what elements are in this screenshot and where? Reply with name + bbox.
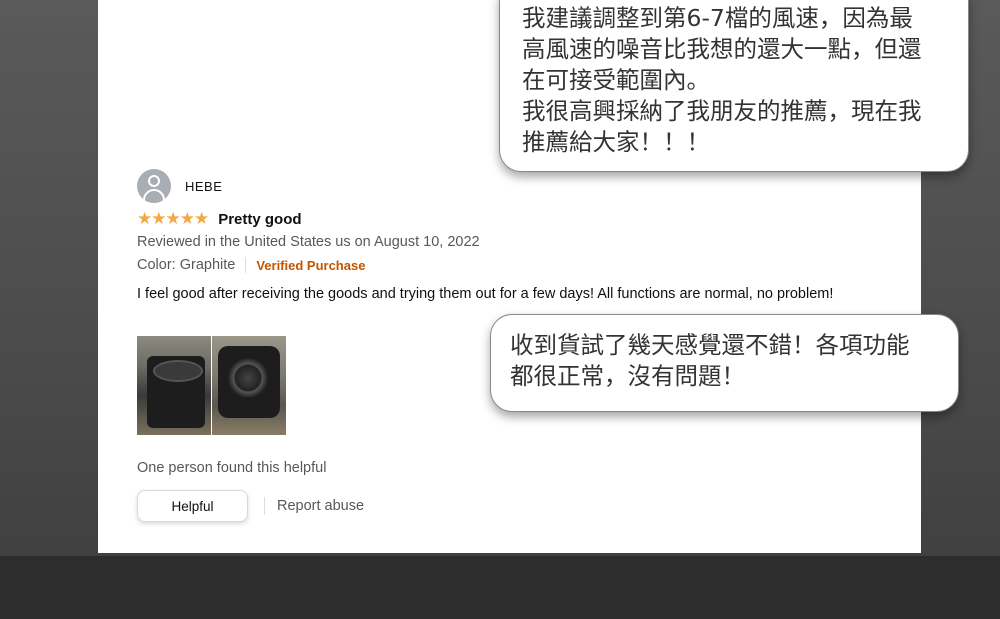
variant-row: Color: Graphite Verified Purchase — [137, 257, 365, 273]
review-date: Reviewed in the United States us on Augu… — [137, 234, 480, 250]
review-photo-1[interactable] — [137, 336, 211, 435]
helpful-count: One person found this helpful — [137, 460, 327, 476]
bubble-line: 我建議調整到第6-7檔的風速，因為最 — [522, 4, 913, 32]
star-rating-icon[interactable]: ★★★★★ — [137, 209, 209, 229]
bubble-line: 在可接受範圍內。 — [522, 66, 710, 94]
rating-row: ★★★★★ Pretty good — [137, 209, 302, 229]
translation-bubble-top: 我建議調整到第6-7檔的風速，因為最 高風速的噪音比我想的還大一點，但還 在可接… — [499, 0, 969, 172]
user-avatar-icon — [137, 169, 171, 203]
review-title[interactable]: Pretty good — [218, 211, 301, 228]
divider — [264, 497, 265, 515]
translation-bubble-bottom: 收到貨試了幾天感覺還不錯！各項功能 都很正常，沒有問題！ — [490, 314, 959, 412]
reviewer-name[interactable]: HEBE — [185, 179, 222, 194]
review-body: I feel good after receiving the goods an… — [137, 286, 834, 302]
color-variant[interactable]: Color: Graphite — [137, 257, 235, 273]
bubble-line: 我很高興採納了我朋友的推薦，現在我 — [522, 97, 922, 125]
review-photo-2[interactable] — [212, 336, 286, 435]
reviewer-profile[interactable]: HEBE — [137, 169, 222, 203]
review-actions: Helpful Report abuse — [137, 490, 364, 522]
report-abuse-link[interactable]: Report abuse — [277, 498, 364, 514]
bubble-line: 高風速的噪音比我想的還大一點，但還 — [522, 35, 922, 63]
helpful-button[interactable]: Helpful — [137, 490, 248, 522]
bottom-band — [0, 556, 1000, 619]
bubble-line: 都很正常，沒有問題！ — [510, 362, 745, 390]
verified-purchase-badge: Verified Purchase — [256, 257, 366, 273]
bubble-line: 收到貨試了幾天感覺還不錯！各項功能 — [510, 331, 910, 359]
review-photos — [137, 336, 286, 435]
divider — [245, 257, 247, 273]
bubble-line: 推薦給大家！！！ — [522, 128, 710, 156]
